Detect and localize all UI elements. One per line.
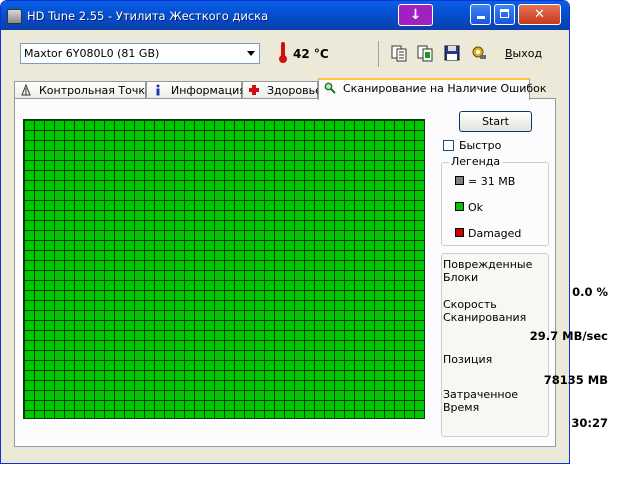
magnifier-icon	[324, 82, 336, 94]
drive-select-value: Maxtor 6Y080L0 (81 GB)	[24, 47, 160, 60]
scan-block-grid	[23, 119, 425, 419]
copy-text-icon[interactable]	[389, 43, 409, 63]
legend-item-damaged: Damaged	[455, 227, 521, 240]
benchmark-icon	[21, 84, 31, 96]
quick-scan-label: Быстро	[459, 139, 502, 152]
damaged-blocks-value: 0.0 %	[572, 285, 608, 299]
tab-strip: Контрольная Точка Информация Здоровье Ск…	[14, 78, 547, 100]
legend-item-block-size: = 31 MB	[455, 175, 515, 188]
quick-scan-checkbox[interactable]	[443, 140, 454, 151]
start-button[interactable]: Start	[459, 111, 532, 132]
maximize-icon	[500, 9, 509, 18]
maximize-button[interactable]	[494, 4, 515, 25]
legend-title: Легенда	[449, 155, 503, 168]
temperature-value: 42 °C	[293, 47, 329, 61]
title-bar[interactable]: HD Tune 2.55 - Утилита Жесткого диска ↓ …	[1, 1, 569, 30]
toolbar: Maxtor 6Y080L0 (81 GB) 42 °C Выход	[12, 38, 557, 70]
window-title: HD Tune 2.55 - Утилита Жесткого диска	[27, 9, 269, 23]
position-label: Позиция	[443, 353, 493, 366]
minimize-button[interactable]	[470, 4, 491, 25]
elapsed-time-label: Затраченное Время	[443, 388, 519, 414]
scan-speed-label: Скорость Сканирования	[443, 298, 527, 324]
scan-speed-value: 29.7 MB/sec	[529, 329, 608, 343]
legend-item-ok: Ok	[455, 201, 483, 214]
toolbar-separator	[378, 41, 379, 67]
health-cross-icon	[249, 85, 259, 95]
position-value: 78135 MB	[543, 373, 608, 387]
chevron-down-icon	[247, 51, 255, 56]
legend-swatch	[455, 202, 464, 211]
legend-swatch	[455, 228, 464, 237]
exit-button[interactable]: Выход	[505, 47, 542, 60]
save-icon[interactable]	[442, 43, 462, 63]
drive-select[interactable]: Maxtor 6Y080L0 (81 GB)	[20, 43, 260, 64]
tab-benchmark[interactable]: Контрольная Точка	[14, 81, 152, 99]
app-icon	[7, 9, 22, 24]
options-icon[interactable]	[469, 43, 489, 63]
minimize-icon	[477, 16, 485, 19]
damaged-blocks-label: Поврежденные Блоки	[443, 258, 533, 284]
download-arrow-icon[interactable]: ↓	[398, 4, 433, 26]
legend-swatch	[455, 176, 464, 185]
tab-info[interactable]: Информация	[146, 81, 246, 99]
tab-error-scan[interactable]: Сканирование на Наличие Ошибок	[318, 78, 547, 100]
copy-screenshot-icon[interactable]	[415, 43, 435, 63]
tab-health[interactable]: Здоровье	[242, 81, 322, 99]
thermometer-icon	[279, 42, 287, 64]
close-button[interactable]: ✕	[518, 4, 561, 25]
info-icon	[156, 84, 160, 96]
elapsed-time-value: 30:27	[571, 416, 608, 430]
